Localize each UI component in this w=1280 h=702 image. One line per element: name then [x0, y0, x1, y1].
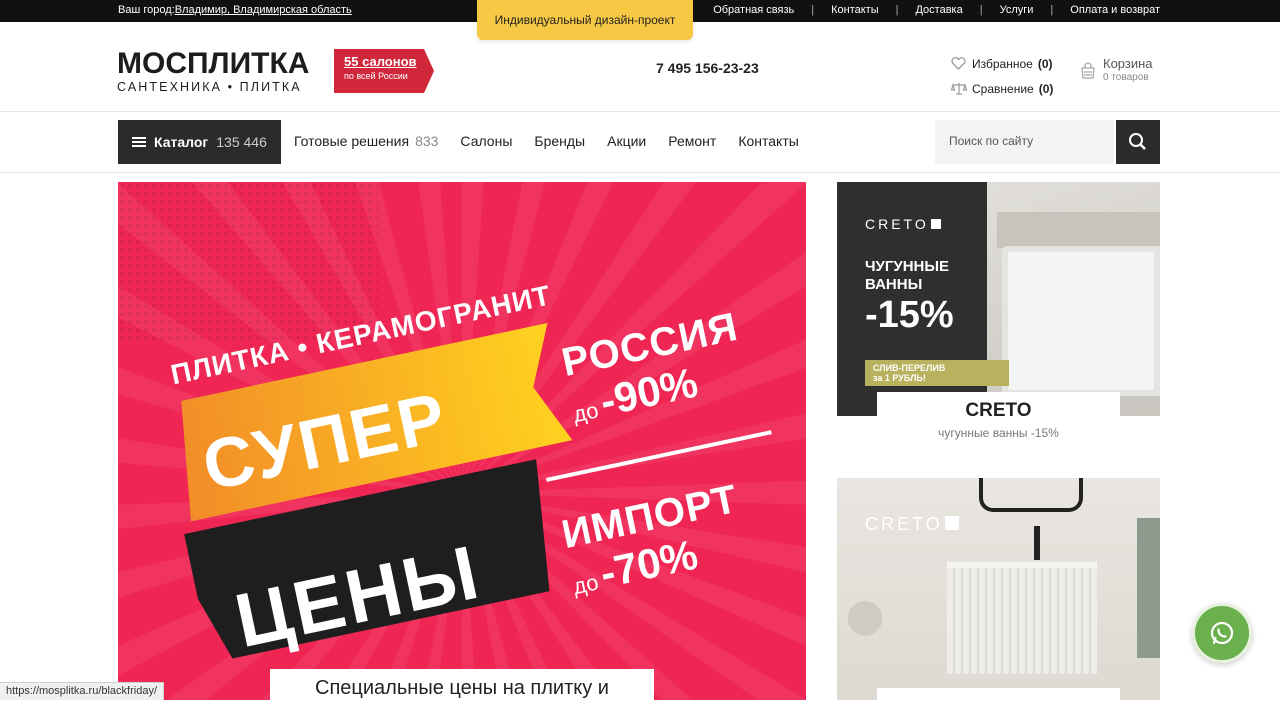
cart-link[interactable]: Корзина 0 товаров — [1079, 56, 1153, 83]
faucet-image — [1034, 526, 1040, 560]
vanity-image — [947, 562, 1097, 674]
nav-item-salons[interactable]: Салоны — [460, 133, 512, 149]
search-button[interactable] — [1116, 120, 1160, 164]
nav-item-label: Готовые решения — [294, 133, 410, 149]
search-input[interactable]: Поиск по сайту — [935, 120, 1114, 164]
nav-item-contacts[interactable]: Контакты — [738, 133, 798, 149]
salons-count: 55 салонов — [344, 54, 417, 69]
salons-badge[interactable]: 55 салонов по всей России — [334, 49, 434, 93]
card-image: CRETO ЧУГУННЫЕ ВАННЫ -15% СЛИВ-ПЕРЕЛИВ з… — [837, 182, 1160, 416]
card-subtitle: чугунные ванны -15% — [938, 426, 1059, 440]
city-selector: Ваш город:Владимир, Владимирская область — [118, 4, 352, 16]
nav-item-renovation[interactable]: Ремонт — [668, 133, 716, 149]
banner-russia-prefix: до — [570, 397, 601, 428]
scales-icon — [950, 82, 968, 96]
promo-line2: ВАННЫ — [865, 276, 923, 293]
catalog-button[interactable]: Каталог 135 446 — [118, 120, 281, 164]
phone-number[interactable]: 7 495 156-23-23 — [656, 60, 759, 76]
user-links: Избранное (0) Сравнение (0) — [950, 51, 1054, 101]
compare-count: (0) — [1038, 81, 1054, 96]
whatsapp-icon — [1210, 621, 1234, 645]
site-header: МОСПЛИТКА САНТЕХНИКА • ПЛИТКА 55 салонов… — [0, 22, 1280, 112]
cart-label: Корзина — [1103, 56, 1153, 71]
plate-line2: за 1 РУБЛЬ! — [873, 373, 926, 383]
logo[interactable]: МОСПЛИТКА САНТЕХНИКА • ПЛИТКА — [117, 47, 310, 95]
cart-items: 0 товаров — [1103, 72, 1149, 83]
side-promo-card[interactable]: CRETO ЧУГУННЫЕ ВАННЫ -15% СЛИВ-ПЕРЕЛИВ з… — [837, 182, 1160, 442]
compare-label: Сравнение — [972, 81, 1034, 96]
banner-caption: Специальные цены на плитку и — [270, 669, 654, 700]
salons-note: по всей России — [344, 71, 408, 81]
brand-square-icon — [930, 219, 941, 229]
card-title: CRETO — [877, 392, 1120, 426]
nav-item-count: 833 — [415, 133, 439, 149]
card-image: CRETO — [837, 478, 1160, 700]
banner-dots — [118, 182, 378, 342]
nav-item-brands[interactable]: Бренды — [534, 133, 585, 149]
status-bar-url: https://mosplitka.ru/blackfriday/ — [0, 682, 165, 700]
top-links: Обратная связь | Контакты | Доставка | У… — [696, 4, 1160, 16]
top-bar: Ваш город:Владимир, Владимирская область… — [0, 0, 1280, 40]
card-promo: ЧУГУННЫЕ ВАННЫ -15% — [865, 258, 954, 336]
heart-icon — [951, 56, 967, 71]
card-shelf — [997, 212, 1160, 248]
whatsapp-button[interactable] — [1192, 603, 1252, 663]
plate-line1: СЛИВ-ПЕРЕЛИВ — [873, 363, 946, 373]
catalog-count: 135 446 — [216, 134, 267, 150]
menu-icon — [132, 137, 146, 147]
city-label: Ваш город: — [118, 4, 175, 16]
nav-menu: Готовые решения 833 Салоны Бренды Акции Р… — [294, 133, 821, 149]
top-link-feedback[interactable]: Обратная связь — [696, 4, 811, 16]
favorites-link[interactable]: Избранное (0) — [951, 51, 1053, 76]
favorites-label: Избранное — [972, 56, 1033, 71]
promo-pct: -15% — [865, 294, 954, 336]
top-link-payment[interactable]: Оплата и возврат — [1053, 4, 1160, 16]
top-link-contacts[interactable]: Контакты — [814, 4, 896, 16]
promo-line1: ЧУГУННЫЕ — [865, 258, 950, 275]
brand-text: CRETO — [865, 514, 943, 534]
card-plate: СЛИВ-ПЕРЕЛИВ за 1 РУБЛЬ! — [865, 360, 1009, 386]
catalog-label: Каталог — [154, 134, 209, 150]
top-link-delivery[interactable]: Доставка — [898, 4, 979, 16]
banner-import-prefix: до — [570, 569, 601, 600]
main-nav: Каталог 135 446 Готовые решения 833 Салон… — [0, 112, 1280, 173]
card-brand: CRETO — [865, 514, 959, 535]
card-brand: CRETO — [865, 216, 941, 232]
nav-item-sales[interactable]: Акции — [607, 133, 646, 149]
mirror-image — [979, 478, 1083, 512]
side-promo-card[interactable]: CRETO — [837, 478, 1160, 702]
compare-link[interactable]: Сравнение (0) — [950, 76, 1054, 101]
top-link-services[interactable]: Услуги — [983, 4, 1051, 16]
city-link[interactable]: Владимир, Владимирская область — [175, 4, 352, 16]
plant-image — [845, 598, 885, 700]
search-icon — [1129, 133, 1146, 150]
logo-main: МОСПЛИТКА — [117, 47, 310, 80]
cart-icon — [1079, 62, 1097, 80]
brand-square-icon — [944, 516, 959, 530]
nav-item-ready-solutions[interactable]: Готовые решения 833 — [294, 133, 438, 149]
promo-banner[interactable]: ПЛИТКА • КЕРАМОГРАНИТ СУПЕР ЦЕНЫ РОССИЯ … — [118, 182, 806, 700]
favorites-count: (0) — [1037, 56, 1053, 71]
bathtub-image — [1002, 246, 1160, 396]
towel-image — [1137, 518, 1160, 658]
brand-text: CRETO — [865, 216, 929, 232]
logo-sub: САНТЕХНИКА • ПЛИТКА — [117, 80, 302, 94]
